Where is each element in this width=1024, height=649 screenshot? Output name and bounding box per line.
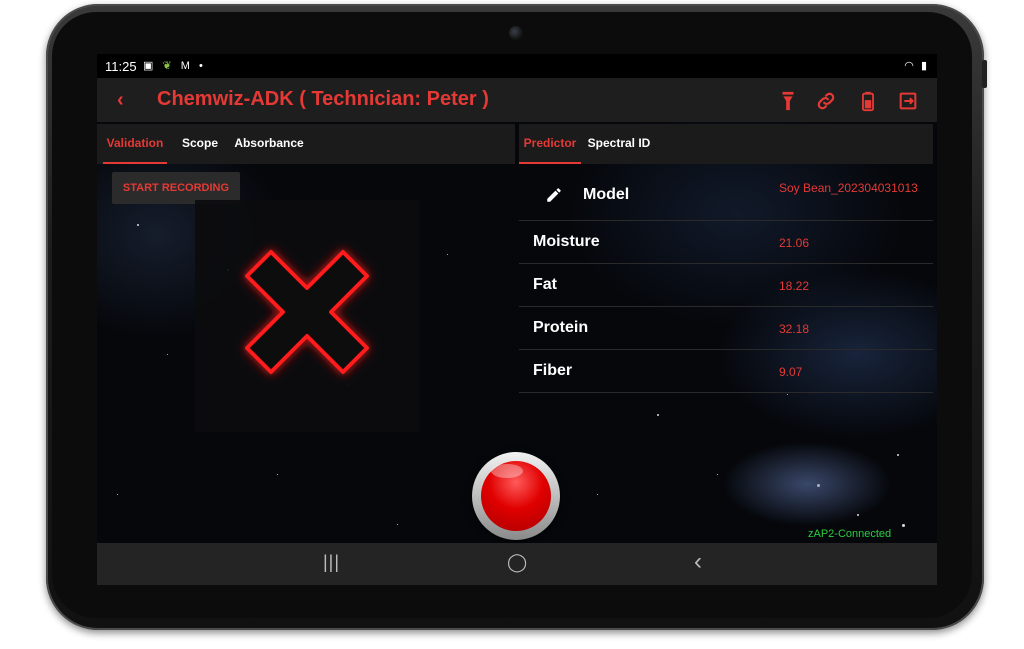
- status-bar: 11:25 ▣ ❦ M • ◠ ▮: [97, 54, 937, 78]
- navigation-bar: ||| ◯ ‹: [97, 543, 937, 585]
- model-row[interactable]: Model Soy Bean_202304031013: [519, 172, 933, 221]
- system-back-button[interactable]: ‹: [694, 548, 702, 576]
- gmail-icon: M: [180, 60, 193, 72]
- left-tab-bar: Validation Scope Absorbance: [97, 124, 515, 164]
- flashlight-icon[interactable]: [777, 90, 799, 112]
- recents-button[interactable]: |||: [323, 552, 340, 573]
- back-arrow-icon[interactable]: ‹: [117, 89, 124, 112]
- fat-value: 18.22: [779, 279, 810, 293]
- power-button: [982, 60, 987, 88]
- wifi-icon: ◠: [904, 60, 916, 72]
- table-row: Protein 32.18: [519, 307, 933, 350]
- fiber-value: 9.07: [779, 365, 803, 379]
- fiber-label: Fiber: [533, 362, 573, 379]
- leaf-icon: ❦: [162, 60, 175, 72]
- app-title: Chemwiz-ADK ( Technician: Peter ): [157, 88, 489, 110]
- table-row: Fiber 9.07: [519, 350, 933, 393]
- fat-label: Fat: [533, 276, 557, 293]
- home-button[interactable]: ◯: [507, 552, 527, 573]
- front-camera: [509, 26, 523, 40]
- protein-value: 32.18: [779, 322, 810, 336]
- moisture-label: Moisture: [533, 233, 600, 250]
- predictor-table: Model Soy Bean_202304031013 Moisture 21.…: [519, 172, 933, 393]
- protein-label: Protein: [533, 319, 589, 336]
- status-time: 11:25: [105, 59, 137, 74]
- model-value: Soy Bean_202304031013: [779, 181, 918, 195]
- tab-spectral-id[interactable]: Spectral ID: [583, 124, 655, 162]
- model-label: Model: [583, 186, 630, 203]
- validation-failed-icon: [245, 250, 369, 374]
- validation-result-panel: [195, 200, 419, 432]
- battery-status-icon[interactable]: [857, 90, 879, 112]
- app-bar: ‹ Chemwiz-ADK ( Technician: Peter ): [97, 78, 937, 122]
- system-icons: ◠ ▮: [904, 59, 929, 72]
- tab-scope[interactable]: Scope: [175, 124, 225, 162]
- notification-icons: ▣ ❦ M •: [143, 59, 206, 72]
- tab-validation[interactable]: Validation: [103, 124, 167, 164]
- table-row: Moisture 21.06: [519, 221, 933, 264]
- edit-pencil-icon[interactable]: [545, 186, 563, 204]
- link-icon[interactable]: [815, 90, 837, 112]
- table-row: Fat 18.22: [519, 264, 933, 307]
- screen: 11:25 ▣ ❦ M • ◠ ▮ ‹ Chemwiz-ADK ( Techni…: [97, 54, 937, 585]
- connection-status: zAP2-Connected: [808, 528, 892, 540]
- dot-icon: •: [198, 60, 206, 72]
- moisture-value: 21.06: [779, 236, 810, 250]
- right-tab-bar: Predictor Spectral ID: [519, 124, 933, 164]
- record-button[interactable]: [472, 452, 560, 540]
- exit-icon[interactable]: [897, 90, 919, 112]
- battery-icon: ▮: [920, 60, 929, 72]
- tab-absorbance[interactable]: Absorbance: [233, 124, 305, 162]
- record-button-shine: [491, 464, 523, 478]
- tab-predictor[interactable]: Predictor: [519, 124, 581, 164]
- image-icon: ▣: [143, 60, 157, 72]
